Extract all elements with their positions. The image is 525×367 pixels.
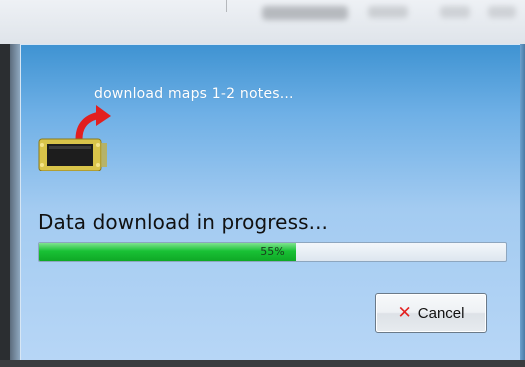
bottom-strip	[0, 360, 525, 367]
progress-percent-label: 55%	[260, 245, 285, 258]
background-blur	[488, 6, 516, 18]
close-icon: ✕	[397, 302, 412, 323]
dialog-title: download maps 1-2 notes...	[94, 86, 294, 102]
cancel-button[interactable]: ✕ Cancel	[375, 293, 487, 333]
dialog-right-frame	[520, 44, 525, 360]
background-window	[0, 0, 525, 44]
background-divider	[226, 0, 227, 12]
dialog-left-frame	[10, 44, 20, 360]
screen: Data download in progress... 55% ✕ Cance…	[0, 0, 525, 367]
background-blur	[440, 6, 470, 18]
download-progress-bar: 55%	[38, 242, 507, 262]
background-blur	[262, 6, 348, 20]
background-blur	[368, 6, 408, 18]
download-status-text: Data download in progress...	[38, 210, 328, 234]
cancel-button-label: Cancel	[417, 304, 465, 322]
